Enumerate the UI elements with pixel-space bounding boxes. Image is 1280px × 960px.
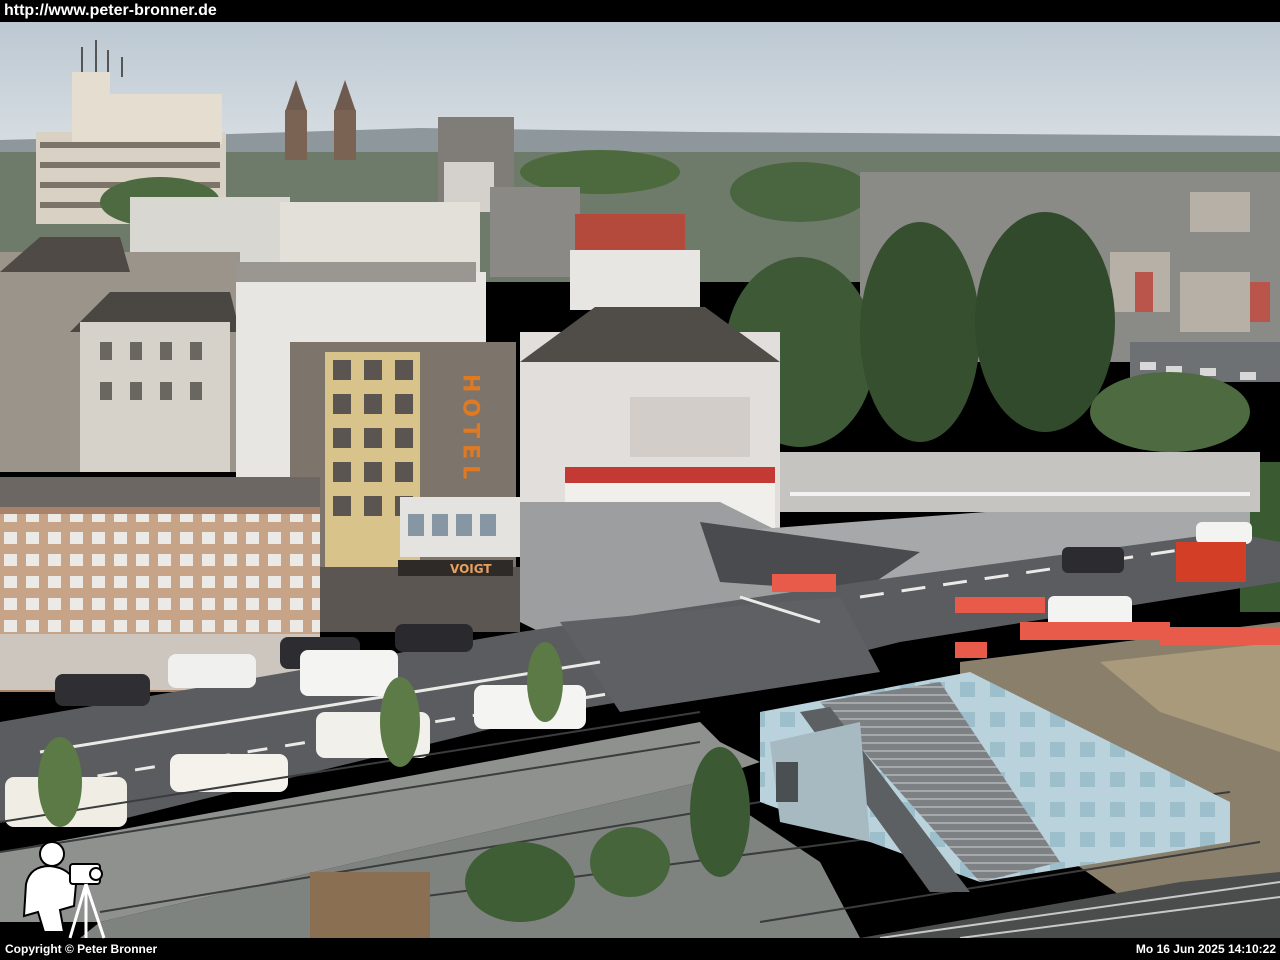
timestamp-text: Mo 16 Jun 2025 14:10:22 [1135,942,1276,956]
shop-sign: VOIGT [450,562,492,576]
photographer-logo-icon [22,841,106,939]
top-banner: http://www.peter-bronner.de [0,0,1280,22]
young-tree [690,747,750,877]
hotel-sign: HOTEL [458,374,483,485]
city-webcam-scene: HOTEL VOIGT [0,22,1280,938]
copyright-text: Copyright © Peter Bronner [5,942,158,956]
red-building [575,214,685,254]
bottom-banner: Copyright © Peter Bronner Mo 16 Jun 2025… [0,938,1280,960]
retaining-wall [780,452,1260,512]
excavator [1176,542,1246,582]
website-url[interactable]: http://www.peter-bronner.de [4,0,217,22]
shelter-roof [310,872,430,938]
webcam-frame: http://www.peter-bronner.de HOTEL VOIGT … [0,0,1280,960]
